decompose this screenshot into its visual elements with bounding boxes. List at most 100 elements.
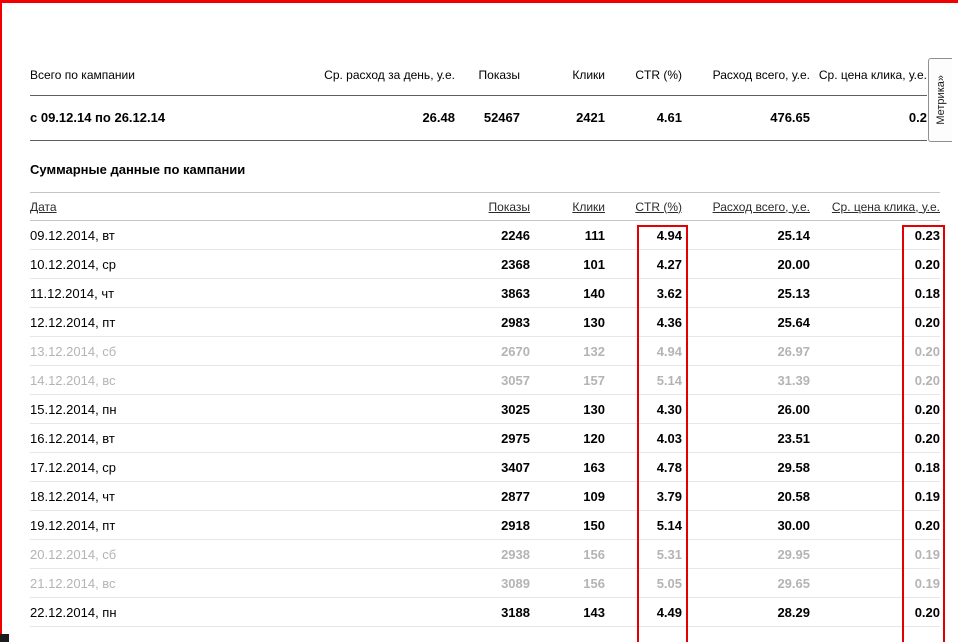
row-impressions: 2975 <box>330 423 530 453</box>
metrika-tab[interactable]: Метрика» <box>928 58 952 142</box>
row-ctr: 3.62 <box>605 278 682 308</box>
row-impressions: 3188 <box>330 597 530 627</box>
screenshot-top-border <box>0 0 958 3</box>
row-date: 12.12.2014, пт <box>30 307 330 337</box>
row-cpc: 0.18 <box>810 452 940 482</box>
summary-avg-daily-cost-value: 26.48 <box>300 95 455 141</box>
table-row: 19.12.2014, пт 2918 150 5.14 30.00 0.20 <box>30 510 940 540</box>
row-cost: 25.64 <box>682 307 810 337</box>
row-date: 22.12.2014, пн <box>30 597 330 627</box>
screenshot-corner-mark <box>0 634 9 642</box>
row-cost: 25.14 <box>682 220 810 250</box>
row-ctr: 4.27 <box>605 249 682 279</box>
row-cost: 31.39 <box>682 365 810 395</box>
row-ctr: 3.79 <box>605 481 682 511</box>
row-clicks: 163 <box>530 452 605 482</box>
table-row: 17.12.2014, ср 3407 163 4.78 29.58 0.18 <box>30 452 940 482</box>
row-cost: 26.97 <box>682 336 810 366</box>
row-cpc: 0.20 <box>810 336 940 366</box>
row-clicks: 111 <box>530 220 605 250</box>
summary-header-row: Всего по кампании Ср. расход за день, у.… <box>30 55 927 96</box>
row-cost: 20.58 <box>682 481 810 511</box>
row-cpc: 0.19 <box>810 481 940 511</box>
row-cost: 28.29 <box>682 597 810 627</box>
row-clicks: 132 <box>530 336 605 366</box>
summary-col-clicks: Клики <box>520 55 605 96</box>
row-cpc: 0.20 <box>810 307 940 337</box>
campaign-statistics-page: Всего по кампании Ср. расход за день, у.… <box>0 0 958 642</box>
daily-table-body: 09.12.2014, вт 2246 111 4.94 25.14 0.23 … <box>30 220 940 627</box>
row-ctr: 4.78 <box>605 452 682 482</box>
row-date: 20.12.2014, сб <box>30 539 330 569</box>
table-row: 13.12.2014, сб 2670 132 4.94 26.97 0.20 <box>30 336 940 366</box>
row-date: 21.12.2014, вс <box>30 568 330 598</box>
row-clicks: 130 <box>530 394 605 424</box>
row-clicks: 156 <box>530 539 605 569</box>
row-clicks: 130 <box>530 307 605 337</box>
row-cpc: 0.23 <box>810 220 940 250</box>
row-cpc: 0.19 <box>810 568 940 598</box>
row-clicks: 101 <box>530 249 605 279</box>
table-row: 11.12.2014, чт 3863 140 3.62 25.13 0.18 <box>30 278 940 308</box>
row-clicks: 143 <box>530 597 605 627</box>
row-impressions: 3057 <box>330 365 530 395</box>
row-date: 16.12.2014, вт <box>30 423 330 453</box>
row-clicks: 157 <box>530 365 605 395</box>
row-cpc: 0.18 <box>810 278 940 308</box>
row-impressions: 2368 <box>330 249 530 279</box>
daily-col-avg-cpc[interactable]: Ср. цена клика, у.е. <box>832 200 940 214</box>
summary-ctr-value: 4.61 <box>605 95 682 141</box>
row-ctr: 5.31 <box>605 539 682 569</box>
summary-col-impressions: Показы <box>455 55 520 96</box>
row-ctr: 5.14 <box>605 510 682 540</box>
summary-col-avg-daily-cost: Ср. расход за день, у.е. <box>300 55 455 96</box>
row-clicks: 156 <box>530 568 605 598</box>
row-clicks: 120 <box>530 423 605 453</box>
row-cost: 30.00 <box>682 510 810 540</box>
row-date: 15.12.2014, пн <box>30 394 330 424</box>
summary-clicks-value: 2421 <box>520 95 605 141</box>
screenshot-left-border <box>0 0 2 642</box>
daily-col-clicks[interactable]: Клики <box>572 200 605 214</box>
summary-impressions-value: 52467 <box>455 95 520 141</box>
row-date: 19.12.2014, пт <box>30 510 330 540</box>
summary-col-avg-cpc: Ср. цена клика, у.е. <box>810 55 927 96</box>
row-clicks: 150 <box>530 510 605 540</box>
daily-header-row: Дата Показы Клики CTR (%) Расход всего, … <box>30 192 940 221</box>
row-cost: 29.95 <box>682 539 810 569</box>
row-cost: 29.65 <box>682 568 810 598</box>
table-row: 18.12.2014, чт 2877 109 3.79 20.58 0.19 <box>30 481 940 511</box>
table-row: 10.12.2014, ср 2368 101 4.27 20.00 0.20 <box>30 249 940 279</box>
row-date: 14.12.2014, вс <box>30 365 330 395</box>
daily-col-date[interactable]: Дата <box>30 200 57 214</box>
row-cpc: 0.20 <box>810 597 940 627</box>
daily-stats-table: Дата Показы Клики CTR (%) Расход всего, … <box>30 192 940 627</box>
row-cpc: 0.20 <box>810 365 940 395</box>
row-cpc: 0.20 <box>810 510 940 540</box>
section-title: Суммарные данные по кампании <box>30 162 246 177</box>
row-cpc: 0.19 <box>810 539 940 569</box>
summary-total-cost-value: 476.65 <box>682 95 810 141</box>
row-ctr: 4.49 <box>605 597 682 627</box>
row-date: 13.12.2014, сб <box>30 336 330 366</box>
row-cost: 26.00 <box>682 394 810 424</box>
row-ctr: 4.30 <box>605 394 682 424</box>
daily-col-ctr[interactable]: CTR (%) <box>635 200 682 214</box>
table-row: 12.12.2014, пт 2983 130 4.36 25.64 0.20 <box>30 307 940 337</box>
row-date: 18.12.2014, чт <box>30 481 330 511</box>
row-date: 17.12.2014, ср <box>30 452 330 482</box>
row-impressions: 2918 <box>330 510 530 540</box>
daily-col-total-cost[interactable]: Расход всего, у.е. <box>713 200 810 214</box>
row-impressions: 3407 <box>330 452 530 482</box>
row-ctr: 4.03 <box>605 423 682 453</box>
row-cost: 20.00 <box>682 249 810 279</box>
row-ctr: 5.14 <box>605 365 682 395</box>
daily-col-impressions[interactable]: Показы <box>489 200 530 214</box>
row-ctr: 4.36 <box>605 307 682 337</box>
summary-data-row: с 09.12.14 по 26.12.14 26.48 52467 2421 … <box>30 95 927 141</box>
row-date: 09.12.2014, вт <box>30 220 330 250</box>
row-cpc: 0.20 <box>810 394 940 424</box>
table-row: 22.12.2014, пн 3188 143 4.49 28.29 0.20 <box>30 597 940 627</box>
row-date: 10.12.2014, ср <box>30 249 330 279</box>
row-cost: 23.51 <box>682 423 810 453</box>
